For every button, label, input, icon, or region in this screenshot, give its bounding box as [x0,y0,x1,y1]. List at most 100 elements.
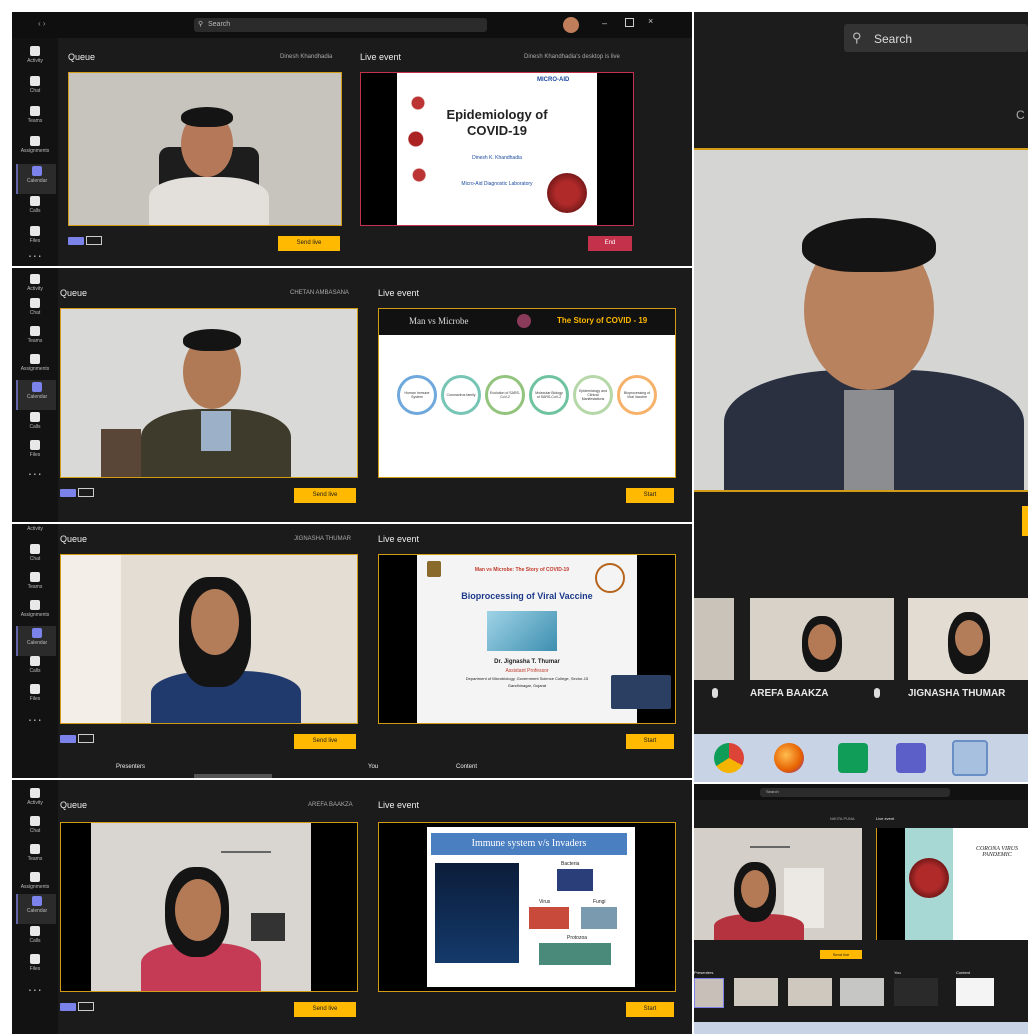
rail-assignments[interactable]: Assignments [16,352,54,382]
rail-calls[interactable]: Calls [16,924,54,954]
rail-teams[interactable]: Teams [16,324,54,354]
rail-calendar[interactable]: Calendar [16,380,56,410]
live-event-video[interactable]: MICRO-AID Epidemiology of COVID-19 Dines… [360,72,634,226]
rail-chat[interactable]: Chat [16,542,54,572]
layout-split-icon [78,1002,94,1011]
meeting-search-input[interactable]: ⚲ Search [844,24,1028,52]
queue-heading: Queue [68,52,96,62]
mic-icon [712,688,718,698]
send-live-button[interactable]: Send live [294,1002,356,1017]
tab-presenters[interactable]: Presenters [116,764,145,770]
thumb[interactable] [840,978,884,1006]
start-button[interactable]: Start [626,1002,674,1017]
live-event-video[interactable]: CORONA VIRUS PANDEMIC [876,828,1028,940]
label-protozoa: Protozoa [567,935,588,941]
rail-assignments[interactable]: Assignments [16,134,54,164]
face [175,879,221,941]
more-apps-icon[interactable]: ... [28,462,43,478]
close-icon[interactable]: × [648,16,653,26]
queue-video[interactable] [60,308,358,478]
layout-toggle[interactable] [60,1002,96,1012]
rail-activity[interactable]: Activity [16,786,54,816]
more-apps-icon[interactable]: ... [28,978,43,994]
layout-single-icon [60,1003,76,1011]
thumb-strip: AREFA BAAKZA JIGNASHA THUMAR [694,598,1028,718]
teams-taskbar-icon[interactable] [896,743,926,773]
start-button[interactable]: Start [626,734,674,749]
rail-chat[interactable]: Chat [16,74,54,104]
thumb-arefa[interactable] [750,598,894,680]
calendar-icon [32,896,42,906]
rail-teams[interactable]: Teams [16,570,54,600]
more-apps-icon[interactable]: ... [28,708,43,724]
send-live-button[interactable]: Send live [294,734,356,749]
thumb[interactable] [788,978,832,1006]
thumb[interactable] [694,978,724,1008]
send-live-button[interactable]: Send live [820,950,862,959]
thumb[interactable] [894,978,938,1006]
rail-activity[interactable]: Activity [16,44,54,74]
firefox-icon[interactable] [774,743,804,773]
rail-calls[interactable]: Calls [16,654,54,684]
face [955,620,983,656]
thumb-jignasha[interactable] [908,598,1028,680]
virus-graphic [547,173,587,213]
thumb[interactable] [956,978,994,1006]
tshirt [844,390,894,490]
tab-you[interactable]: You [368,764,378,770]
search-icon: ⚲ [852,30,862,45]
rail-assignments[interactable]: Assignments [16,598,54,628]
queue-video[interactable] [60,822,358,992]
label-virus: Virus [539,899,551,905]
more-apps-icon[interactable]: ... [28,244,43,260]
rail-calendar[interactable]: Calendar [16,626,56,656]
search-input[interactable]: Search [760,788,950,797]
word-icon[interactable] [952,740,988,776]
avatar[interactable] [563,17,579,33]
layout-toggle[interactable] [60,488,96,498]
tab-you[interactable]: You [894,970,901,975]
share-popup[interactable] [611,675,671,709]
layout-toggle[interactable] [68,236,104,246]
layout-toggle[interactable] [60,734,96,744]
chrome-icon[interactable] [714,743,744,773]
main-speaker-video[interactable] [694,148,1028,492]
tab-content[interactable]: Content [456,764,477,770]
send-live-button[interactable]: Send live [278,236,340,251]
queue-video[interactable] [694,828,862,940]
rail-teams[interactable]: Teams [16,104,54,134]
start-button[interactable]: Start [626,488,674,503]
maximize-icon[interactable] [625,18,634,27]
rail-chat[interactable]: Chat [16,814,54,844]
rail-calls[interactable]: Calls [16,410,54,440]
queue-presenter: NIKITA PUNA [830,816,855,821]
back-icon[interactable]: ‹ › [38,19,46,28]
live-event-video[interactable]: Man vs Microbe: The Story of COVID-19 Bi… [378,554,676,724]
rail-calendar[interactable]: Calendar [16,164,56,194]
queue-video[interactable] [60,554,358,724]
thumb-partial[interactable] [694,598,734,680]
sheets-icon[interactable] [838,743,868,773]
rail-calls[interactable]: Calls [16,194,54,224]
minimize-icon[interactable]: – [602,18,607,28]
queue-video[interactable] [68,72,342,226]
rail-teams[interactable]: Teams [16,842,54,872]
end-button[interactable]: End [588,236,632,251]
rail-calendar[interactable]: Calendar [16,894,56,924]
chat-icon [30,76,40,86]
send-live-button[interactable]: Send live [294,488,356,503]
tab-content[interactable]: Content [956,970,970,975]
live-status: Dinesh Khandhadia's desktop is live [524,54,620,60]
live-event-video[interactable]: Man vs Microbe The Story of COVID - 19 H… [378,308,676,478]
hair [181,107,233,127]
phone-icon [30,196,40,206]
queue-presenter: CHETAN AMBASANA [290,290,349,296]
virus-image [529,907,569,929]
search-input[interactable]: ⚲ Search [194,18,487,32]
live-event-video[interactable]: Immune system v/s Invaders Bacteria Viru… [378,822,676,992]
rail-chat[interactable]: Chat [16,296,54,326]
thumb[interactable] [734,978,778,1006]
face [808,624,836,660]
tab-presenters[interactable]: Presenters [694,970,713,975]
phone-icon [30,656,40,666]
